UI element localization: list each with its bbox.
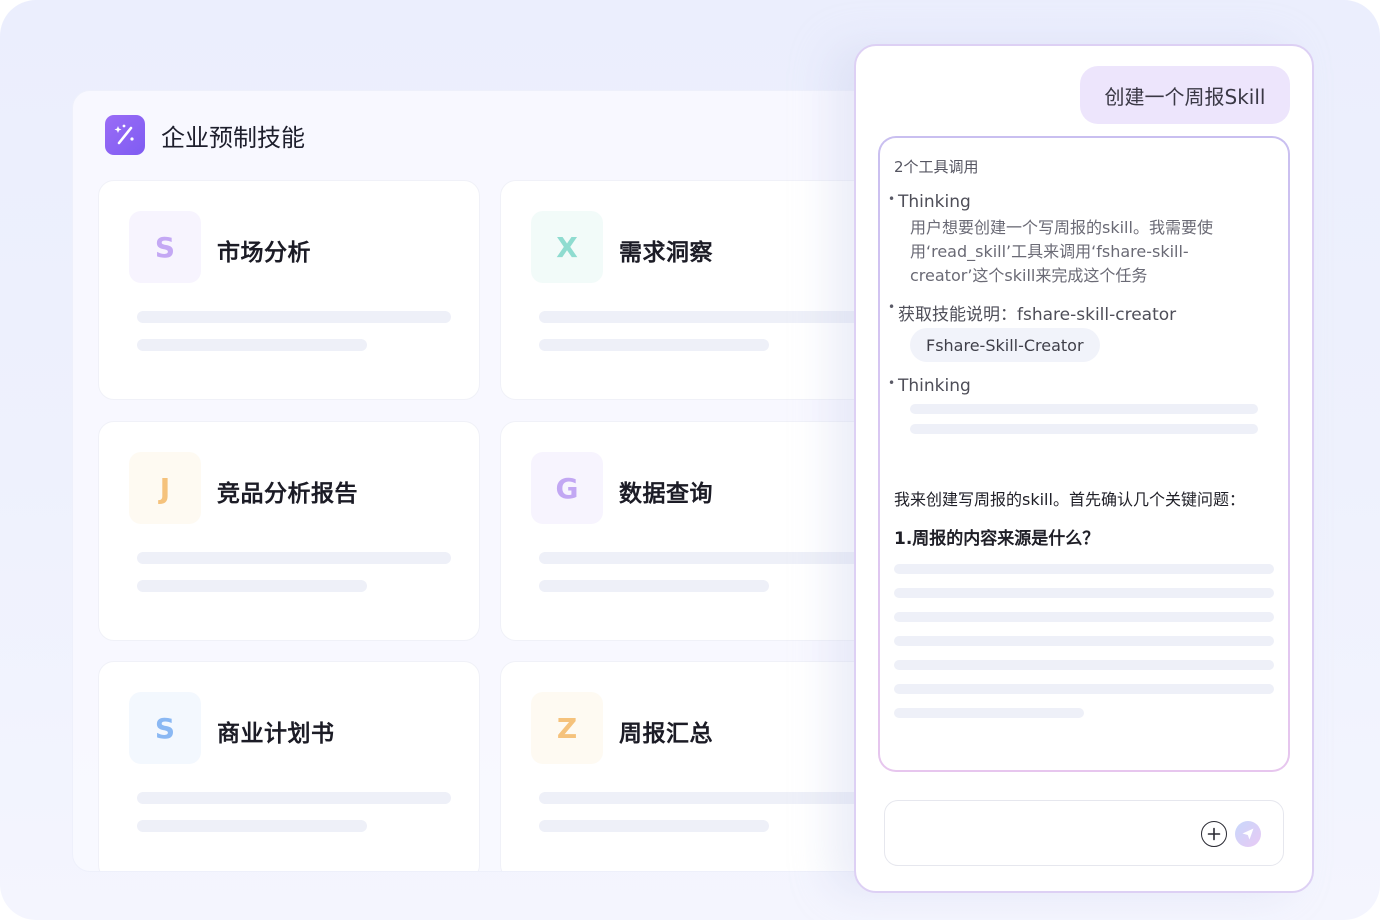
skeleton-line bbox=[539, 820, 769, 832]
skill-title: 市场分析 bbox=[217, 240, 311, 266]
skill-badge: J bbox=[129, 452, 201, 524]
app-canvas: 企业预制技能 S 市场分析 X 需求洞察 J 竞品分析报告 G 数据查询 S 商… bbox=[0, 0, 1380, 920]
chat-input[interactable] bbox=[899, 819, 1189, 849]
skill-badge: Z bbox=[531, 692, 603, 764]
plus-circle-icon[interactable] bbox=[1201, 821, 1227, 847]
skeleton-line bbox=[137, 311, 451, 323]
fetch-skill-label: 获取技能说明：fshare-skill-creator bbox=[888, 300, 1176, 325]
skill-badge: S bbox=[129, 692, 201, 764]
skeleton-line bbox=[910, 424, 1258, 434]
skill-title: 数据查询 bbox=[619, 481, 713, 507]
skeleton-line bbox=[910, 404, 1258, 414]
panel-header: 企业预制技能 bbox=[105, 115, 305, 155]
skeleton-line bbox=[894, 708, 1084, 718]
skeleton-line bbox=[894, 564, 1274, 574]
answer-intro: 我来创建写周报的skill。首先确认几个关键问题： bbox=[894, 490, 1245, 509]
skeleton-line bbox=[539, 552, 869, 564]
answer-question: 1.周报的内容来源是什么？ bbox=[894, 529, 1100, 549]
skill-card-data-query[interactable]: G 数据查询 bbox=[500, 421, 871, 641]
skeleton-line bbox=[894, 684, 1274, 694]
send-icon[interactable] bbox=[1235, 821, 1261, 847]
skills-panel: 企业预制技能 S 市场分析 X 需求洞察 J 竞品分析报告 G 数据查询 S 商… bbox=[72, 90, 872, 872]
skeleton-line bbox=[137, 339, 367, 351]
skeleton-line bbox=[894, 588, 1274, 598]
skeleton-line bbox=[137, 552, 451, 564]
chat-input-box bbox=[884, 800, 1284, 866]
skill-title: 周报汇总 bbox=[619, 721, 713, 747]
skill-title: 商业计划书 bbox=[217, 721, 335, 747]
skill-badge: X bbox=[531, 211, 603, 283]
thinking-step-text: 用户想要创建一个写周报的skill。我需要使用‘read_skill’工具来调用… bbox=[910, 218, 1213, 285]
page-title: 企业预制技能 bbox=[161, 123, 305, 152]
skeleton-line bbox=[894, 660, 1274, 670]
skill-card-weekly-summary[interactable]: Z 周报汇总 bbox=[500, 661, 871, 871]
skeleton-line bbox=[539, 580, 769, 592]
skill-card-business-plan[interactable]: S 商业计划书 bbox=[98, 661, 480, 871]
skill-card-market-analysis[interactable]: S 市场分析 bbox=[98, 180, 480, 400]
skill-badge: G bbox=[531, 452, 603, 524]
skill-title: 竞品分析报告 bbox=[217, 481, 358, 507]
skeleton-line bbox=[539, 792, 869, 804]
user-message-bubble: 创建一个周报Skill bbox=[1080, 66, 1290, 124]
skeleton-line bbox=[894, 612, 1274, 622]
skeleton-line bbox=[894, 636, 1274, 646]
skeleton-line bbox=[137, 792, 451, 804]
skeleton-line bbox=[137, 820, 367, 832]
thinking-step-label: Thinking bbox=[888, 376, 971, 396]
skill-card-competitor-report[interactable]: J 竞品分析报告 bbox=[98, 421, 480, 641]
skill-chip[interactable]: Fshare-Skill-Creator bbox=[910, 328, 1100, 362]
skeleton-line bbox=[539, 339, 769, 351]
tool-call-count: 2个工具调用 bbox=[894, 158, 979, 176]
skeleton-line bbox=[137, 580, 367, 592]
skill-card-demand-insight[interactable]: X 需求洞察 bbox=[500, 180, 871, 400]
assistant-reply: 2个工具调用 Thinking 用户想要创建一个写周报的skill。我需要使用‘… bbox=[878, 136, 1290, 772]
skill-badge: S bbox=[129, 211, 201, 283]
skill-title: 需求洞察 bbox=[619, 240, 713, 266]
skeleton-line bbox=[539, 311, 869, 323]
thinking-step-label: Thinking bbox=[888, 192, 971, 212]
magic-wand-icon bbox=[105, 115, 145, 155]
chat-panel: 创建一个周报Skill 2个工具调用 Thinking 用户想要创建一个写周报的… bbox=[854, 44, 1314, 893]
